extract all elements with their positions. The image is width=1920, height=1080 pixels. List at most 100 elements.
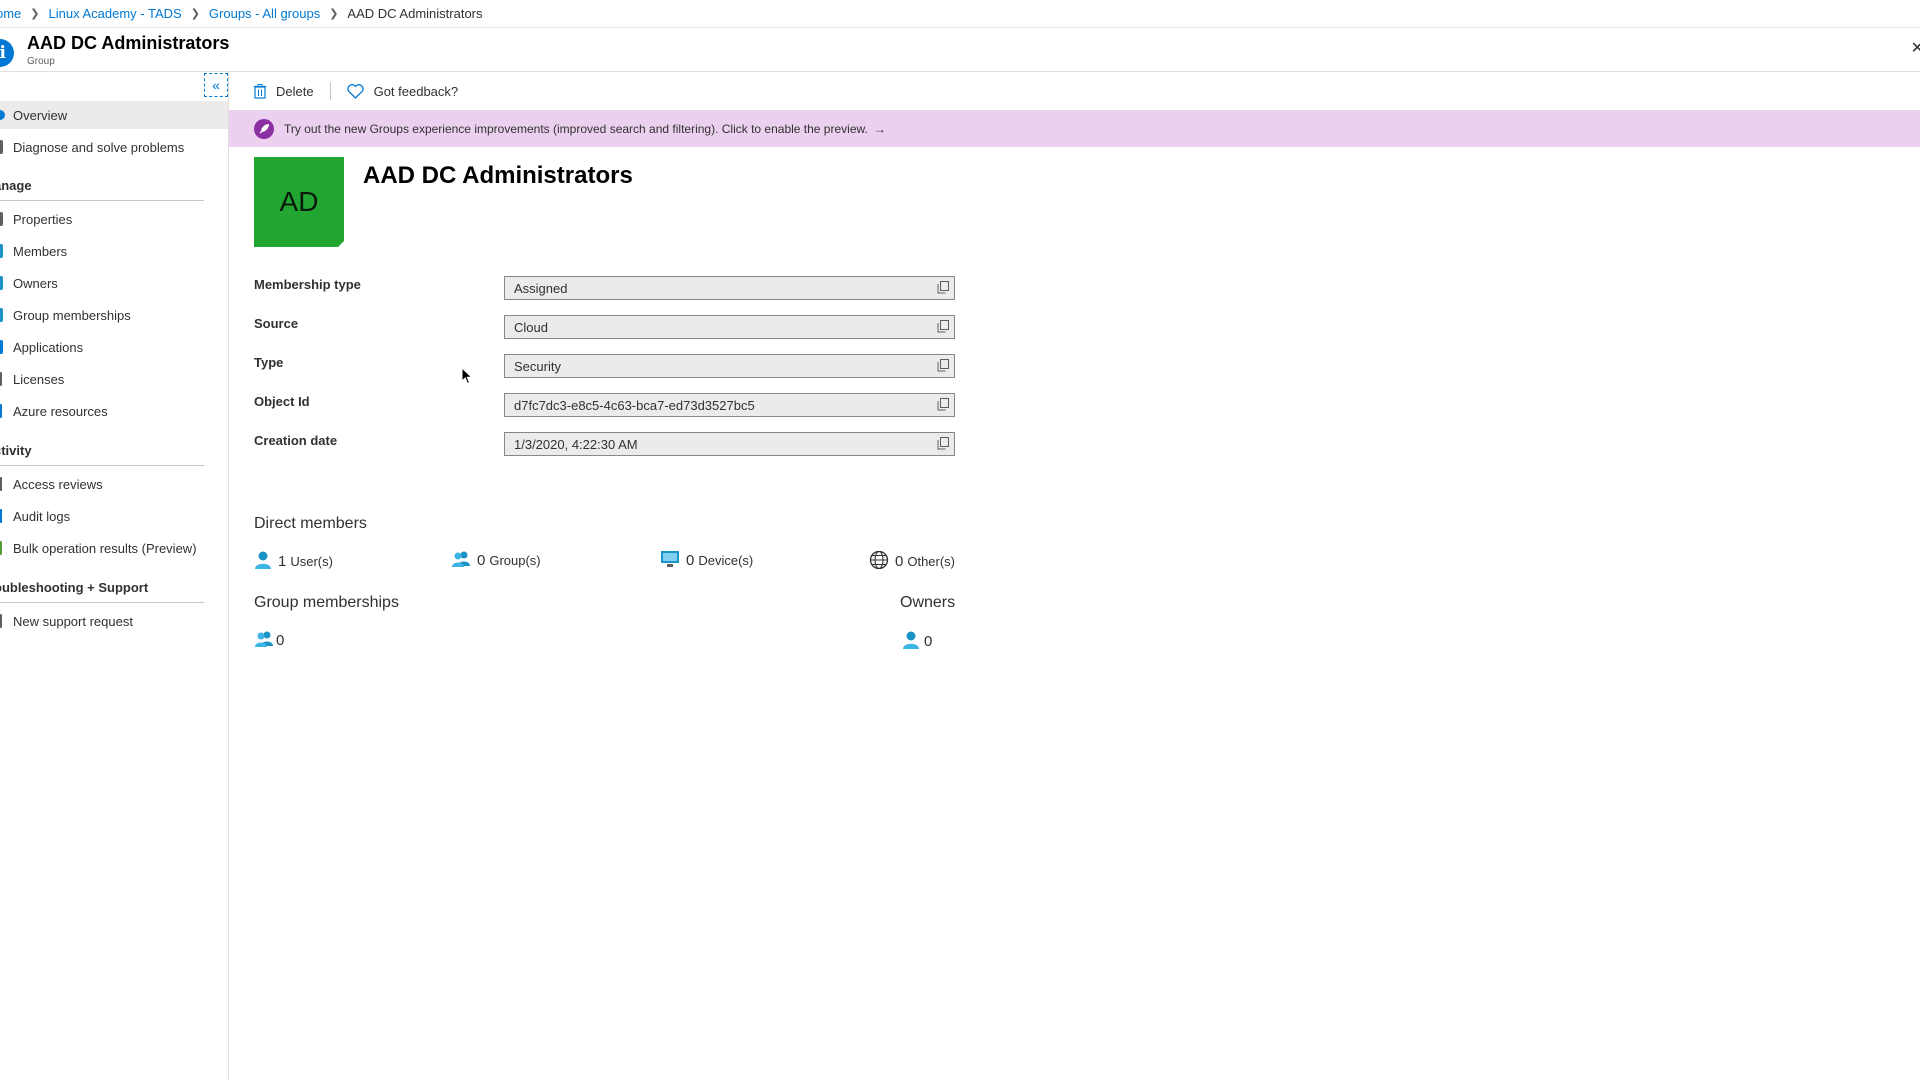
sidebar-item-audit-logs[interactable]: Audit logs: [0, 502, 228, 530]
double-chevron-left-icon[interactable]: «: [204, 73, 228, 97]
type-field[interactable]: Security: [504, 354, 955, 378]
group-memberships-count-link[interactable]: 0: [254, 630, 288, 651]
sidebar-item-label: Members: [13, 243, 68, 259]
sidebar-item-applications[interactable]: Applications: [0, 333, 228, 361]
sidebar: « Overview Diagnose and solve problems a…: [0, 72, 229, 1080]
group-name: AAD DC Administrators: [363, 162, 633, 189]
preview-banner[interactable]: Try out the new Groups experience improv…: [229, 110, 1920, 147]
breadcrumb-separator-icon: ❯: [190, 8, 200, 20]
creation-date-value: 1/3/2020, 4:22:30 AM: [514, 436, 638, 452]
breadcrumb-home-link[interactable]: ome: [0, 6, 21, 21]
sidebar-item-new-support-request[interactable]: New support request: [0, 607, 228, 635]
owners-count: 0: [924, 633, 933, 650]
members-icon: [0, 244, 3, 258]
membership-type-field[interactable]: Assigned: [504, 276, 955, 300]
access-reviews-icon: [0, 477, 2, 491]
sidebar-section-manage: anage: [0, 178, 204, 201]
group-memberships-title: Group memberships: [254, 594, 399, 611]
main-content: Delete Got feedback? Try out the new Gro…: [229, 72, 1920, 1080]
rocket-icon: [254, 118, 274, 139]
trash-icon: [254, 83, 266, 99]
feedback-button-label: Got feedback?: [373, 83, 459, 99]
sidebar-item-diagnose[interactable]: Diagnose and solve problems: [0, 133, 228, 161]
sidebar-item-azure-resources[interactable]: Azure resources: [0, 397, 228, 425]
group-icon: [254, 630, 274, 651]
owners-count-link[interactable]: 0: [902, 630, 936, 653]
sidebar-item-label: Licenses: [13, 371, 65, 387]
sidebar-item-properties[interactable]: Properties: [0, 205, 228, 233]
sidebar-item-label: Group memberships: [13, 307, 131, 323]
page-subtitle: Group: [27, 56, 55, 67]
object-id-field[interactable]: d7fc7dc3-e8c5-4c63-bca7-ed73d3527bc5: [504, 393, 955, 417]
object-id-value: d7fc7dc3-e8c5-4c63-bca7-ed73d3527bc5: [514, 397, 755, 413]
sidebar-item-bulk-operations[interactable]: Bulk operation results (Preview): [0, 534, 228, 562]
devices-label: Device(s): [698, 553, 754, 568]
breadcrumb: ome ❯ Linux Academy - TADS ❯ Groups - Al…: [0, 0, 1920, 28]
sidebar-item-members[interactable]: Members: [0, 237, 228, 265]
copy-icon[interactable]: [937, 437, 949, 453]
direct-members-users[interactable]: 1 User(s): [254, 550, 333, 573]
breadcrumb-groups-link[interactable]: Groups - All groups: [209, 6, 320, 21]
membership-type-value: Assigned: [514, 280, 568, 296]
direct-members-title: Direct members: [254, 515, 367, 532]
toolbar: Delete Got feedback?: [229, 72, 1920, 110]
copy-icon[interactable]: [937, 398, 949, 414]
delete-button[interactable]: Delete: [254, 72, 314, 110]
source-value: Cloud: [514, 319, 548, 335]
owners-icon: [0, 276, 3, 290]
breadcrumb-separator-icon: ❯: [329, 8, 339, 20]
creation-date-label: Creation date: [254, 433, 338, 448]
sidebar-item-licenses[interactable]: Licenses: [0, 365, 228, 393]
copy-icon[interactable]: [937, 359, 949, 375]
feedback-button[interactable]: Got feedback?: [346, 72, 459, 110]
user-icon: [254, 550, 272, 573]
others-count: 0: [895, 553, 904, 570]
wrench-icon: [0, 140, 3, 154]
device-icon: [660, 550, 680, 571]
support-icon: [0, 614, 2, 628]
sidebar-item-label: Audit logs: [13, 508, 71, 524]
sidebar-item-label: Diagnose and solve problems: [13, 139, 185, 155]
breadcrumb-current: AAD DC Administrators: [347, 6, 483, 21]
sidebar-section-activity: ctivity: [0, 443, 204, 466]
sidebar-item-label: Properties: [13, 211, 73, 227]
groups-count: 0: [477, 552, 486, 569]
info-icon: [0, 110, 5, 120]
sidebar-item-label: Applications: [13, 339, 84, 355]
licenses-icon: [0, 372, 2, 386]
object-id-label: Object Id: [254, 394, 310, 409]
breadcrumb-separator-icon: ❯: [30, 8, 40, 20]
close-icon[interactable]: ✕: [1911, 38, 1920, 58]
sidebar-section-support: oubleshooting + Support: [0, 580, 204, 603]
group-icon: [451, 550, 471, 571]
group-avatar: AD: [254, 157, 344, 247]
info-icon: i: [0, 39, 14, 67]
users-label: User(s): [290, 554, 333, 569]
source-field[interactable]: Cloud: [504, 315, 955, 339]
sidebar-item-overview[interactable]: Overview: [0, 101, 228, 129]
blade-header: i AAD DC Administrators Group ✕: [0, 28, 1920, 72]
sidebar-item-label: New support request: [13, 613, 133, 629]
creation-date-field[interactable]: 1/3/2020, 4:22:30 AM: [504, 432, 955, 456]
azure-resources-icon: [0, 404, 2, 418]
preview-banner-text: Try out the new Groups experience improv…: [284, 121, 868, 136]
devices-count: 0: [686, 552, 695, 569]
audit-logs-icon: [0, 509, 2, 523]
type-label: Type: [254, 355, 284, 370]
breadcrumb-tenant-link[interactable]: Linux Academy - TADS: [49, 6, 182, 21]
direct-members-devices[interactable]: 0 Device(s): [660, 550, 753, 571]
group-memberships-icon: [0, 308, 3, 322]
copy-icon[interactable]: [937, 281, 949, 297]
bulk-operations-icon: [0, 541, 2, 555]
applications-icon: [0, 340, 3, 354]
direct-members-groups[interactable]: 0 Group(s): [451, 550, 541, 571]
direct-members-others[interactable]: 0 Other(s): [869, 550, 955, 573]
users-count: 1: [278, 553, 287, 570]
copy-icon[interactable]: [937, 320, 949, 336]
mouse-cursor-icon: [461, 366, 473, 390]
delete-button-label: Delete: [276, 83, 314, 99]
sidebar-item-owners[interactable]: Owners: [0, 269, 228, 297]
sidebar-item-access-reviews[interactable]: Access reviews: [0, 470, 228, 498]
sidebar-item-group-memberships[interactable]: Group memberships: [0, 301, 228, 329]
page-title: AAD DC Administrators: [27, 33, 230, 53]
